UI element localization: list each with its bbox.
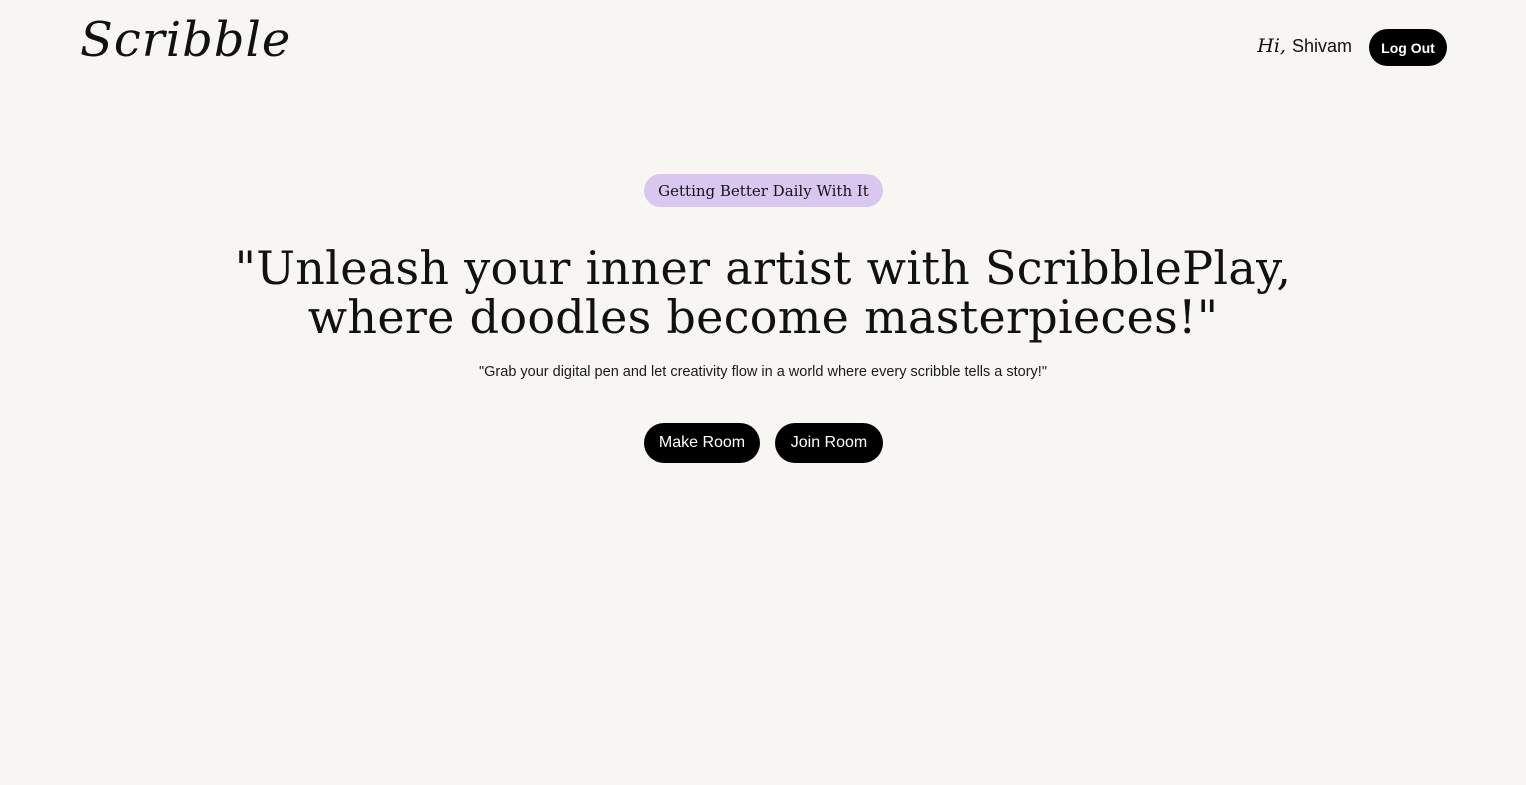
hero-headline-line-1: "Unleash your inner artist with Scribble… [234, 241, 1292, 295]
hero-headline: "Unleash your inner artist with Scribble… [0, 244, 1526, 342]
logout-button[interactable]: Log Out [1369, 29, 1447, 66]
make-room-button[interactable]: Make Room [644, 423, 760, 463]
app-logo[interactable]: Scribble [80, 10, 291, 70]
tagline-badge: Getting Better Daily With It [644, 174, 883, 207]
join-room-button[interactable]: Join Room [775, 423, 883, 463]
user-greeting: Hi, Shivam [1257, 33, 1352, 59]
greeting-prefix: Hi, [1257, 35, 1286, 57]
top-navbar: Scribble Hi, Shivam Log Out [0, 0, 1526, 95]
hero-headline-line-2: where doodles become masterpieces!" [307, 290, 1219, 344]
hero-subheadline: "Grab your digital pen and let creativit… [479, 364, 1047, 380]
user-name: Shivam [1291, 36, 1352, 56]
